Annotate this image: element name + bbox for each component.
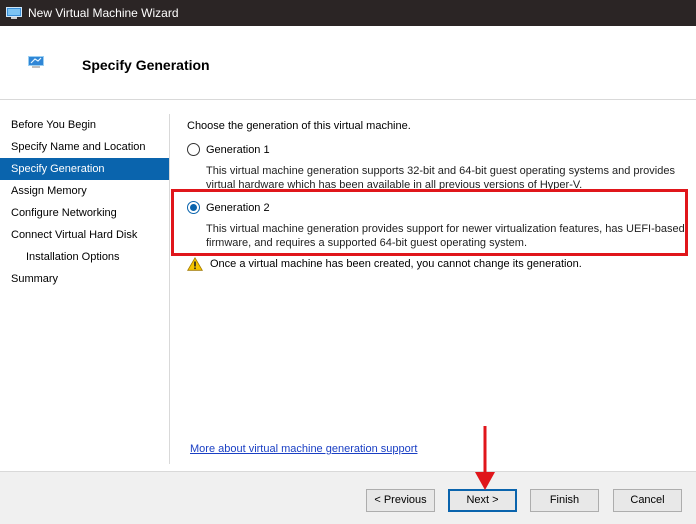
generation-1-description-line-1: This virtual machine generation supports… (206, 165, 675, 177)
page-title: Specify Generation (82, 57, 210, 73)
cancel-button[interactable]: Cancel (613, 489, 682, 512)
sidebar-item-assign-memory[interactable]: Assign Memory (0, 180, 169, 202)
sidebar-item-specify-generation[interactable]: Specify Generation (0, 158, 169, 180)
more-about-generation-link[interactable]: More about virtual machine generation su… (190, 443, 417, 455)
sidebar-item-specify-name-and-location[interactable]: Specify Name and Location (0, 136, 169, 158)
generation-2-radio[interactable] (187, 201, 200, 214)
warning-text: Once a virtual machine has been created,… (210, 258, 582, 270)
generation-2-description: This virtual machine generation provides… (206, 222, 691, 250)
sidebar-item-before-you-begin[interactable]: Before You Begin (0, 114, 169, 136)
warning-icon (187, 257, 203, 271)
generation-1-option[interactable]: Generation 1 (187, 143, 270, 156)
virtual-machine-icon (28, 56, 44, 68)
hyperv-app-icon (6, 6, 22, 20)
intro-text: Choose the generation of this virtual ma… (187, 120, 411, 132)
next-button[interactable]: Next > (448, 489, 517, 512)
generation-2-description-line-1: This virtual machine generation provides… (206, 223, 685, 235)
wizard-steps-sidebar: Before You Begin Specify Name and Locati… (0, 114, 170, 464)
wizard-header: Specify Generation (0, 26, 696, 100)
sidebar-item-summary[interactable]: Summary (0, 268, 169, 290)
sidebar-item-configure-networking[interactable]: Configure Networking (0, 202, 169, 224)
sidebar-item-installation-options[interactable]: Installation Options (0, 246, 169, 268)
red-arrow-icon (475, 426, 495, 490)
generation-2-label[interactable]: Generation 2 (206, 202, 270, 214)
generation-1-description-line-2: virtual hardware which has been availabl… (206, 179, 583, 191)
generation-warning: Once a virtual machine has been created,… (187, 257, 582, 271)
generation-1-description: This virtual machine generation supports… (206, 164, 691, 192)
main-content: Choose the generation of this virtual ma… (171, 100, 696, 471)
generation-2-description-line-2: firmware, and requires a supported 64-bi… (206, 237, 527, 249)
title-bar: New Virtual Machine Wizard (0, 0, 696, 26)
finish-button[interactable]: Finish (530, 489, 599, 512)
window-title: New Virtual Machine Wizard (28, 6, 179, 20)
generation-1-label[interactable]: Generation 1 (206, 144, 270, 156)
sidebar-item-connect-virtual-hard-disk[interactable]: Connect Virtual Hard Disk (0, 224, 169, 246)
generation-1-radio[interactable] (187, 143, 200, 156)
generation-2-option[interactable]: Generation 2 (187, 201, 270, 214)
previous-button[interactable]: < Previous (366, 489, 435, 512)
